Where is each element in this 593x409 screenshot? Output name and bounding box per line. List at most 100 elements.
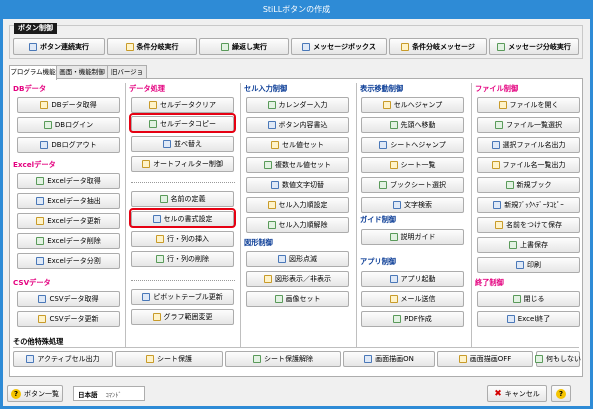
guide-button-1[interactable]: 説明ガイド bbox=[361, 229, 464, 245]
file-button-5[interactable]: 新規ブック bbox=[477, 177, 580, 193]
button-label: 並べ替え bbox=[174, 140, 202, 148]
data-proc-button-9[interactable]: ピボットテーブル更新 bbox=[131, 289, 234, 305]
file-button-9[interactable]: 印刷 bbox=[477, 257, 580, 273]
data-proc-button-7[interactable]: 行・列の挿入 bbox=[131, 231, 234, 247]
display-move-button-3[interactable]: シートへジャンプ bbox=[361, 137, 464, 153]
data-proc-button-3[interactable]: 並べ替え bbox=[131, 136, 234, 152]
other-button-3[interactable]: シート保護解除 bbox=[225, 351, 341, 367]
shape-button-1[interactable]: 図形点滅 bbox=[246, 251, 349, 267]
other-button-6[interactable]: 何もしない bbox=[535, 351, 581, 367]
tab-screen-control[interactable]: 画面・機能制御 bbox=[56, 65, 108, 79]
csv-button-2[interactable]: CSVデータ更新 bbox=[17, 311, 120, 327]
help-icon: ? bbox=[556, 388, 566, 399]
other-button-2[interactable]: シート保護 bbox=[115, 351, 223, 367]
button-label: 新規ブック bbox=[516, 181, 552, 189]
app-button-3[interactable]: PDF作成 bbox=[361, 311, 464, 327]
app-button-2[interactable]: メール送信 bbox=[361, 291, 464, 307]
button-icon bbox=[156, 235, 164, 243]
display-move-button-6[interactable]: 文字検索 bbox=[361, 197, 464, 213]
excel-button-2[interactable]: Excelデータ抽出 bbox=[17, 193, 120, 209]
excel-button-5[interactable]: Excelデータ分割 bbox=[17, 253, 120, 269]
top-button-4[interactable]: メッセージボックス bbox=[291, 38, 387, 55]
cell-input-button-4[interactable]: 複数セル値セット bbox=[246, 157, 349, 173]
button-label: メッセージボックス bbox=[313, 42, 376, 51]
other-button-4[interactable]: 画面描画ON bbox=[343, 351, 435, 367]
lang-japanese[interactable]: 日本語 bbox=[74, 389, 102, 399]
button-icon bbox=[498, 101, 507, 109]
exit-button-2[interactable]: Excel終了 bbox=[477, 311, 580, 327]
button-label: メッセージ分岐実行 bbox=[508, 42, 571, 51]
button-label: 上書保存 bbox=[520, 241, 548, 249]
other-button-5[interactable]: 画面描画OFF bbox=[437, 351, 533, 367]
button-icon bbox=[506, 315, 515, 323]
button-label: 選択ファイル名出力 bbox=[502, 141, 566, 149]
button-label: 図形表示／非表示 bbox=[275, 275, 331, 283]
button-icon bbox=[495, 221, 503, 229]
app-button-1[interactable]: アプリ起動 bbox=[361, 271, 464, 287]
tab-program[interactable]: プログラム機能 bbox=[9, 65, 57, 80]
button-icon bbox=[274, 295, 283, 303]
file-button-7[interactable]: 名前をつけて保存 bbox=[477, 217, 580, 233]
shape-button-2[interactable]: 図形表示／非表示 bbox=[246, 271, 349, 287]
button-label: アプリ起動 bbox=[400, 275, 436, 283]
display-move-button-2[interactable]: 先頭へ移動 bbox=[361, 117, 464, 133]
tab-old-version[interactable]: 旧バージョン bbox=[107, 65, 147, 88]
display-move-button-4[interactable]: シート一覧 bbox=[361, 157, 464, 173]
status-bar: ? ボタン一覧 日本語 ｺﾏﾝﾄﾞ ✖ キャンセル ? bbox=[3, 382, 590, 406]
db-button-3[interactable]: DBログアウト bbox=[17, 137, 120, 153]
cancel-button[interactable]: ✖ キャンセル bbox=[487, 385, 547, 402]
display-move-button-1[interactable]: セルへジャンプ bbox=[361, 97, 464, 113]
excel-button-3[interactable]: Excelデータ更新 bbox=[17, 213, 120, 229]
exit-control-title: 終了制御 bbox=[475, 278, 504, 287]
file-button-8[interactable]: 上書保存 bbox=[477, 237, 580, 253]
cell-input-button-6[interactable]: セル入力順設定 bbox=[246, 197, 349, 213]
button-icon bbox=[516, 261, 524, 269]
db-button-2[interactable]: DBログイン bbox=[17, 117, 120, 133]
data-proc-button-10[interactable]: グラフ範囲変更 bbox=[131, 309, 234, 325]
db-button-1[interactable]: DBデータ取得 bbox=[17, 97, 120, 113]
button-label: 図形点滅 bbox=[289, 255, 317, 263]
excel-button-4[interactable]: Excelデータ削除 bbox=[17, 233, 120, 249]
cell-input-button-5[interactable]: 数値文字切替 bbox=[246, 177, 349, 193]
top-button-2[interactable]: 条件分岐実行 bbox=[107, 38, 197, 55]
top-button-6[interactable]: メッセージ分岐実行 bbox=[489, 38, 579, 55]
data-proc-button-4[interactable]: オートフィルター制御 bbox=[131, 156, 234, 172]
button-icon bbox=[26, 355, 35, 363]
dialog-client: ボタン制御 ボタン連続実行 条件分岐実行 繰返し実行 メッセージボックス 条件分岐メッセ… bbox=[3, 19, 590, 406]
file-button-2[interactable]: ファイル一覧選択 bbox=[477, 117, 580, 133]
data-proc-button-8[interactable]: 行・列の削除 bbox=[131, 251, 234, 267]
top-button-1[interactable]: ボタン連続実行 bbox=[13, 38, 105, 55]
button-list-button[interactable]: ? ボタン一覧 bbox=[7, 385, 63, 402]
cell-input-button-1[interactable]: カレンダー入力 bbox=[246, 97, 349, 113]
exit-button-1[interactable]: 閉じる bbox=[477, 291, 580, 307]
button-label: ボタン内容書込 bbox=[278, 121, 328, 129]
button-list-label: ボタン一覧 bbox=[24, 389, 59, 398]
file-button-6[interactable]: 新規ﾌﾞｯｸﾍﾃﾞｰﾀｺﾋﾟｰ bbox=[477, 197, 580, 213]
top-button-5[interactable]: 条件分岐メッセージ bbox=[389, 38, 487, 55]
column-divider bbox=[240, 83, 241, 347]
cell-input-button-3[interactable]: セル値セット bbox=[246, 137, 349, 153]
file-button-3[interactable]: 選択ファイル名出力 bbox=[477, 137, 580, 153]
shape-button-3[interactable]: 画像セット bbox=[246, 291, 349, 307]
highlight-cell-data-copy bbox=[129, 113, 236, 133]
help-button[interactable]: ? bbox=[551, 385, 571, 402]
button-label: 数値文字切替 bbox=[282, 181, 324, 189]
data-proc-button-1[interactable]: セルデータクリア bbox=[131, 97, 234, 113]
button-icon bbox=[495, 121, 503, 129]
file-button-4[interactable]: ファイル名一覧出力 bbox=[477, 157, 580, 173]
data-proc-button-5[interactable]: 名前の定義 bbox=[131, 191, 234, 207]
file-button-1[interactable]: ファイルを開く bbox=[477, 97, 580, 113]
display-move-button-5[interactable]: ブックシート選択 bbox=[361, 177, 464, 193]
cell-input-button-2[interactable]: ボタン内容書込 bbox=[246, 117, 349, 133]
top-button-3[interactable]: 繰返し実行 bbox=[199, 38, 289, 55]
cell-input-button-7[interactable]: セル入力順解除 bbox=[246, 217, 349, 233]
button-label: Excelデータ抽出 bbox=[47, 197, 101, 205]
button-label: ピボットテーブル更新 bbox=[153, 293, 223, 301]
lang-command[interactable]: ｺﾏﾝﾄﾞ bbox=[102, 389, 126, 399]
shape-control-title: 図形制御 bbox=[244, 238, 273, 247]
csv-button-1[interactable]: CSVデータ取得 bbox=[17, 291, 120, 307]
button-icon bbox=[389, 275, 398, 283]
excel-button-1[interactable]: Excelデータ取得 bbox=[17, 173, 120, 189]
other-button-1[interactable]: アクティブセル出力 bbox=[13, 351, 113, 367]
language-toggle[interactable]: 日本語 ｺﾏﾝﾄﾞ bbox=[73, 386, 145, 401]
